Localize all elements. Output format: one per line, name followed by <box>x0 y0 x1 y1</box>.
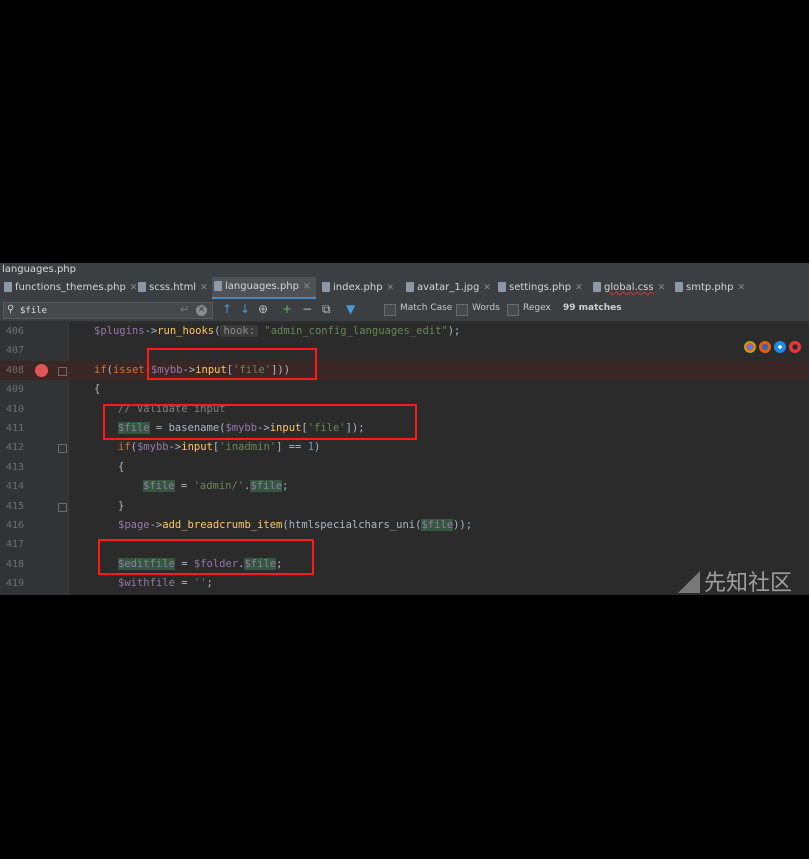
code-line: 412 if($mybb->input['inadmin'] == 1) <box>0 438 809 457</box>
editor-tab-bar: functions_themes.php ✕ scss.html ✕ languag… <box>0 277 809 300</box>
regex-label: Regex <box>523 303 551 313</box>
filter-icon[interactable]: ▼ <box>346 302 355 317</box>
php-file-icon <box>498 282 506 292</box>
php-file-icon <box>214 281 222 291</box>
css-file-icon <box>593 282 601 292</box>
image-file-icon <box>406 282 414 292</box>
tab-languages[interactable]: languages.php ✕ <box>212 277 316 299</box>
browser-preview-icons <box>741 338 801 357</box>
annotation-box-isset <box>147 348 317 380</box>
tab-index[interactable]: index.php ✕ <box>320 277 394 299</box>
previous-occurrence-icon[interactable]: ↑ <box>222 302 232 317</box>
html-file-icon <box>138 282 146 292</box>
line-number: 406 <box>6 326 25 337</box>
new-line-icon[interactable]: ↵ <box>180 303 189 316</box>
search-input[interactable] <box>20 303 170 318</box>
search-icon[interactable]: ⚲ <box>7 304 14 315</box>
close-icon[interactable]: ✕ <box>483 283 491 293</box>
tab-scss[interactable]: scss.html ✕ <box>136 277 208 299</box>
close-icon[interactable]: ✕ <box>200 283 208 293</box>
php-file-icon <box>4 282 12 292</box>
code-line: 414 $file = 'admin/'.$file; <box>0 477 809 496</box>
breakpoint-icon[interactable] <box>35 363 48 377</box>
regex-checkbox[interactable] <box>507 304 519 316</box>
find-toolbar: ⚲ ↵ ✕ ↑ ↓ ⊕ + − ⧉ ▼ Match Case Words Reg… <box>0 299 809 322</box>
line-number: 418 <box>6 558 25 570</box>
annotation-box-basename <box>103 404 417 440</box>
firefox-icon[interactable] <box>759 341 771 353</box>
line-number: 410 <box>6 403 25 415</box>
annotation-box-editfile <box>98 539 314 575</box>
words-label: Words <box>472 303 500 313</box>
fold-icon[interactable] <box>58 366 67 376</box>
watermark-logo: 先知社区 <box>678 565 792 595</box>
select-all-occurrences-icon[interactable]: ⧉ <box>322 302 331 317</box>
fold-icon[interactable] <box>58 502 67 512</box>
tab-settings[interactable]: settings.php ✕ <box>496 277 583 299</box>
code-line: 407 <box>0 341 809 360</box>
window-title: languages.php <box>0 263 809 277</box>
php-file-icon <box>675 282 683 292</box>
close-icon[interactable]: ✕ <box>575 283 583 293</box>
line-number: 415 <box>6 500 25 512</box>
next-occurrence-icon[interactable]: ↓ <box>240 302 250 317</box>
tab-smtp[interactable]: smtp.php ✕ <box>673 277 745 299</box>
code-line: 416 $page->add_breadcrumb_item(htmlspeci… <box>0 516 809 535</box>
fold-icon[interactable] <box>58 444 67 454</box>
find-field[interactable]: ⚲ ↵ ✕ <box>3 302 213 319</box>
code-line: 413 { <box>0 458 809 477</box>
close-icon[interactable]: ✕ <box>303 282 311 292</box>
line-number: 417 <box>6 539 25 551</box>
close-icon[interactable]: ✕ <box>658 283 666 293</box>
tab-functions-themes[interactable]: functions_themes.php ✕ <box>2 277 137 299</box>
clear-icon[interactable]: ✕ <box>196 305 207 316</box>
line-number: 419 <box>6 578 25 590</box>
match-case-label: Match Case <box>400 303 453 313</box>
line-number: 413 <box>6 461 25 473</box>
ide-screenshot: languages.php functions_themes.php ✕ scss… <box>0 263 809 595</box>
match-case-checkbox[interactable] <box>384 304 396 316</box>
logo-mark-icon <box>678 571 700 593</box>
code-line: 409 { <box>0 380 809 399</box>
code-line: 406 $plugins->run_hooks(hook: "admin_con… <box>0 322 809 341</box>
tab-avatar[interactable]: avatar_1.jpg ✕ <box>404 277 491 299</box>
line-number: 409 <box>6 384 25 396</box>
remove-occurrence-icon[interactable]: − <box>302 302 312 317</box>
line-number: 407 <box>6 345 25 357</box>
line-number: 416 <box>6 520 25 531</box>
add-occurrence-icon[interactable]: + <box>282 302 292 317</box>
chrome-icon[interactable] <box>744 341 756 353</box>
safari-icon[interactable] <box>774 341 786 353</box>
opera-icon[interactable] <box>789 341 801 353</box>
line-number: 411 <box>6 423 25 434</box>
match-count: 99 matches <box>563 303 622 313</box>
find-all-icon[interactable]: ⊕ <box>258 302 268 317</box>
close-icon[interactable]: ✕ <box>737 283 745 293</box>
words-checkbox[interactable] <box>456 304 468 316</box>
tab-global-css[interactable]: global.css ✕ <box>591 277 665 299</box>
close-icon[interactable]: ✕ <box>387 283 395 293</box>
code-line-breakpoint: 408 if(isset($mybb->input['file'])) <box>0 360 809 381</box>
line-number: 414 <box>6 481 25 493</box>
line-number: 412 <box>6 442 25 454</box>
code-line: 415 } <box>0 497 809 516</box>
parameter-hint: hook: <box>220 325 259 337</box>
php-file-icon <box>322 282 330 292</box>
